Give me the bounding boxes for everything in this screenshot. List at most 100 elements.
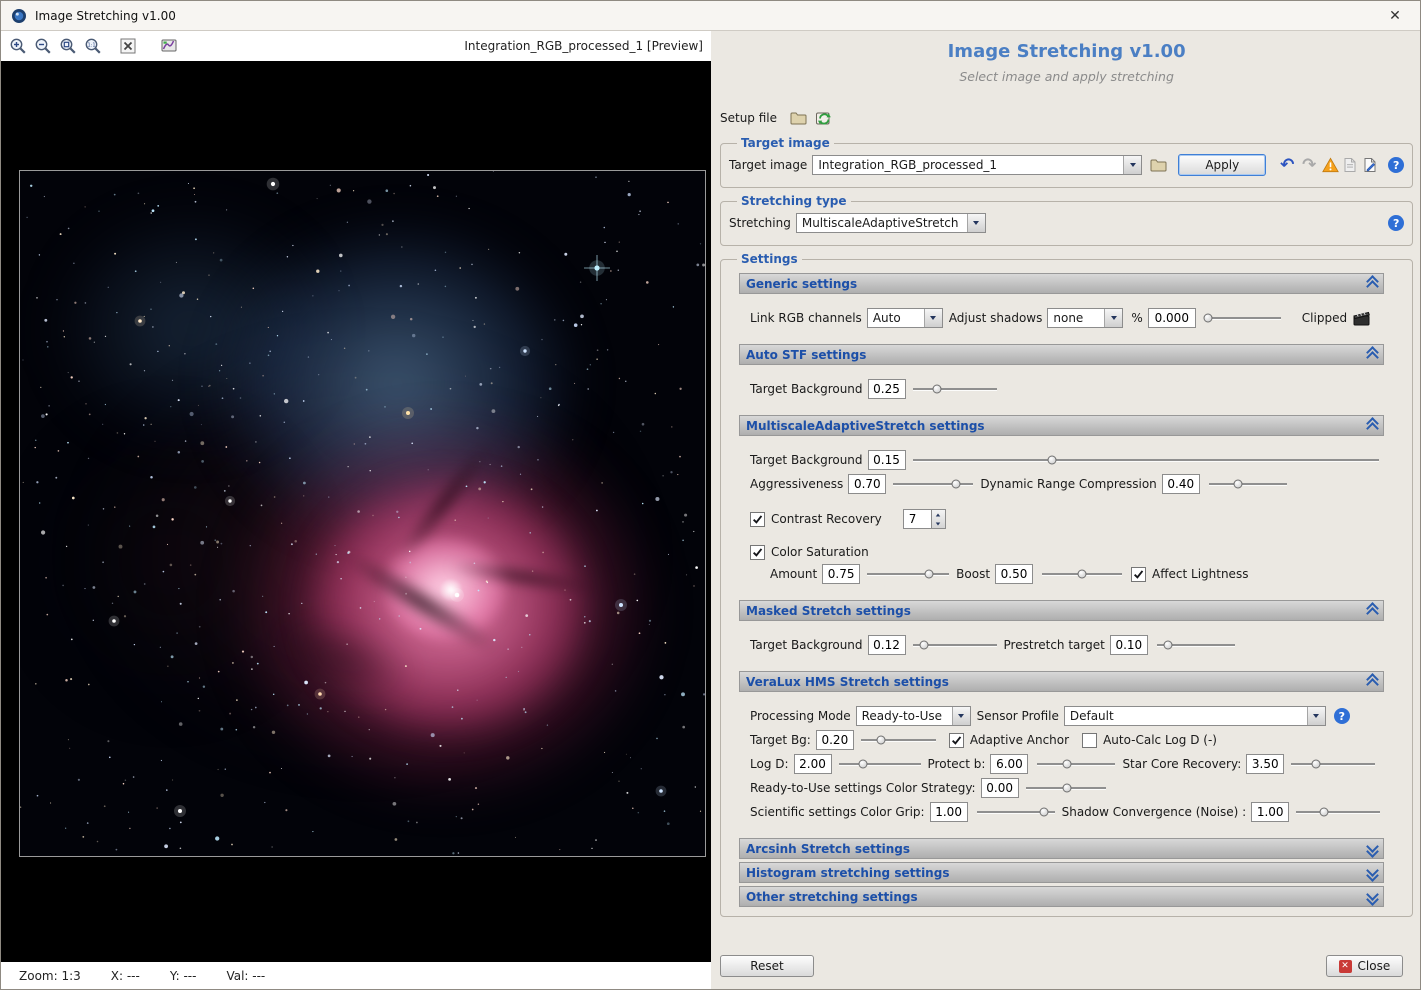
- protect-b-slider[interactable]: [1036, 754, 1116, 774]
- color-saturation-checkbox[interactable]: [750, 545, 765, 560]
- collapse-up-icon[interactable]: [1368, 277, 1377, 291]
- veralux-target-bg-slider[interactable]: [860, 730, 937, 750]
- clipped-readout-icon[interactable]: [1352, 308, 1372, 328]
- setup-folder-icon[interactable]: [788, 108, 808, 128]
- edit-script-icon[interactable]: [1360, 155, 1380, 175]
- close-x-icon: ✕: [1339, 960, 1352, 973]
- shadow-convergence-input[interactable]: [1251, 802, 1289, 822]
- zoom-fit-icon[interactable]: [57, 35, 79, 57]
- expand-down-icon[interactable]: [1368, 866, 1377, 880]
- masked-stretch-row: Target Background Prestretch target: [750, 634, 1404, 656]
- prestretch-input[interactable]: [1110, 635, 1148, 655]
- collapse-up-icon[interactable]: [1368, 348, 1377, 362]
- zoom-in-icon[interactable]: [7, 35, 29, 57]
- mas-aggressiveness-row: Aggressiveness Dynamic Range Compression: [750, 473, 1404, 495]
- close-preview-icon[interactable]: [117, 35, 139, 57]
- svg-text:1:1: 1:1: [87, 43, 95, 49]
- reset-button[interactable]: Reset: [720, 955, 814, 977]
- browse-image-folder-icon[interactable]: [1148, 155, 1168, 175]
- preview-canvas[interactable]: [1, 61, 711, 962]
- spin-up-icon[interactable]: [932, 510, 945, 519]
- section-arcsinh-settings[interactable]: Arcsinh Stretch settings: [739, 838, 1384, 859]
- shadows-percent-label: %: [1131, 311, 1142, 325]
- help-icon[interactable]: ?: [1388, 215, 1404, 231]
- collapse-up-icon[interactable]: [1368, 604, 1377, 618]
- undo-icon[interactable]: ↶: [1276, 157, 1298, 174]
- window-close-button[interactable]: ✕: [1380, 8, 1410, 24]
- preview-title: Integration_RGB_processed_1 [Preview]: [464, 39, 705, 53]
- shadows-percent-input[interactable]: [1148, 308, 1196, 328]
- target-image-row: Target image Integration_RGB_processed_1…: [729, 154, 1404, 176]
- shadow-convergence-slider[interactable]: [1295, 802, 1381, 822]
- mas-target-background-input[interactable]: [868, 450, 906, 470]
- sci-color-grip-slider[interactable]: [976, 802, 1056, 822]
- help-icon[interactable]: ?: [1334, 708, 1350, 724]
- log-d-slider[interactable]: [838, 754, 922, 774]
- section-other-settings[interactable]: Other stretching settings: [739, 886, 1384, 907]
- star-core-recovery-input[interactable]: [1246, 754, 1284, 774]
- close-button[interactable]: ✕ Close: [1326, 955, 1404, 977]
- target-image-combo[interactable]: Integration_RGB_processed_1: [812, 155, 1142, 175]
- section-auto-stf-settings[interactable]: Auto STF settings: [739, 344, 1384, 365]
- mas-target-background-slider[interactable]: [912, 450, 1381, 470]
- drc-input[interactable]: [1162, 474, 1200, 494]
- section-histogram-settings[interactable]: Histogram stretching settings: [739, 862, 1384, 883]
- collapse-up-icon[interactable]: [1368, 675, 1377, 689]
- veralux-target-bg-input[interactable]: [816, 730, 854, 750]
- expand-down-icon[interactable]: [1368, 890, 1377, 904]
- stretching-combo[interactable]: MultiscaleAdaptiveStretch: [796, 213, 986, 233]
- contrast-recovery-input[interactable]: [903, 509, 931, 529]
- log-d-input[interactable]: [794, 754, 832, 774]
- affect-lightness-checkbox[interactable]: [1131, 567, 1146, 582]
- processing-mode-combo[interactable]: Ready-to-Use: [856, 706, 971, 726]
- auto-stf-target-background-input[interactable]: [868, 379, 906, 399]
- chevron-down-icon: [1307, 707, 1325, 725]
- prestretch-slider[interactable]: [1156, 635, 1236, 655]
- aggressiveness-input[interactable]: [848, 474, 886, 494]
- snapshot-icon[interactable]: [1340, 155, 1360, 175]
- status-zoom: Zoom: 1:3: [19, 969, 81, 983]
- contrast-recovery-checkbox[interactable]: [750, 512, 765, 527]
- contrast-recovery-spinner[interactable]: [903, 509, 946, 529]
- clipped-label: Clipped: [1302, 311, 1347, 325]
- sensor-profile-combo[interactable]: Default: [1064, 706, 1326, 726]
- boost-slider[interactable]: [1041, 564, 1123, 584]
- link-rgb-combo[interactable]: Auto: [867, 308, 943, 328]
- spin-down-icon[interactable]: [932, 519, 945, 528]
- veralux-mode-row: Processing Mode Ready-to-Use Sensor Prof…: [750, 705, 1404, 727]
- help-icon[interactable]: ?: [1388, 157, 1404, 173]
- section-generic-settings[interactable]: Generic settings: [739, 273, 1384, 294]
- close-button-label: Close: [1358, 959, 1391, 973]
- shadows-percent-slider[interactable]: [1204, 308, 1282, 328]
- section-masked-stretch-settings[interactable]: Masked Stretch settings: [739, 600, 1384, 621]
- adjust-shadows-combo[interactable]: none: [1047, 308, 1123, 328]
- masked-target-background-slider[interactable]: [912, 635, 998, 655]
- ready-color-strategy-input[interactable]: [981, 778, 1019, 798]
- section-mas-settings[interactable]: MultiscaleAdaptiveStretch settings: [739, 415, 1384, 436]
- zoom-out-icon[interactable]: [32, 35, 54, 57]
- apply-button[interactable]: Apply: [1178, 154, 1266, 176]
- masked-target-background-input[interactable]: [868, 635, 906, 655]
- star-core-recovery-slider[interactable]: [1290, 754, 1376, 774]
- adaptive-anchor-checkbox[interactable]: [949, 733, 964, 748]
- auto-stf-target-background-slider[interactable]: [912, 379, 998, 399]
- auto-calc-log-d-checkbox[interactable]: [1082, 733, 1097, 748]
- zoom-one-to-one-icon[interactable]: 1:1: [82, 35, 104, 57]
- section-veralux-settings[interactable]: VeraLux HMS Stretch settings: [739, 671, 1384, 692]
- collapse-up-icon[interactable]: [1368, 419, 1377, 433]
- drc-slider[interactable]: [1208, 474, 1288, 494]
- ready-color-strategy-slider[interactable]: [1025, 778, 1107, 798]
- contrast-recovery-label: Contrast Recovery: [771, 512, 882, 526]
- stretching-type-group: Stretching type Stretching MultiscaleAda…: [720, 194, 1413, 246]
- sci-color-grip-input[interactable]: [930, 802, 968, 822]
- setup-export-icon[interactable]: [814, 108, 834, 128]
- amount-slider[interactable]: [866, 564, 950, 584]
- stretching-combo-value: MultiscaleAdaptiveStretch: [797, 216, 967, 230]
- protect-b-input[interactable]: [990, 754, 1028, 774]
- boost-input[interactable]: [995, 564, 1033, 584]
- stf-autostretch-icon[interactable]: [158, 35, 180, 57]
- amount-input[interactable]: [822, 564, 860, 584]
- expand-down-icon[interactable]: [1368, 842, 1377, 856]
- aggressiveness-slider[interactable]: [892, 474, 974, 494]
- page-subtitle: Select image and apply stretching: [720, 69, 1413, 84]
